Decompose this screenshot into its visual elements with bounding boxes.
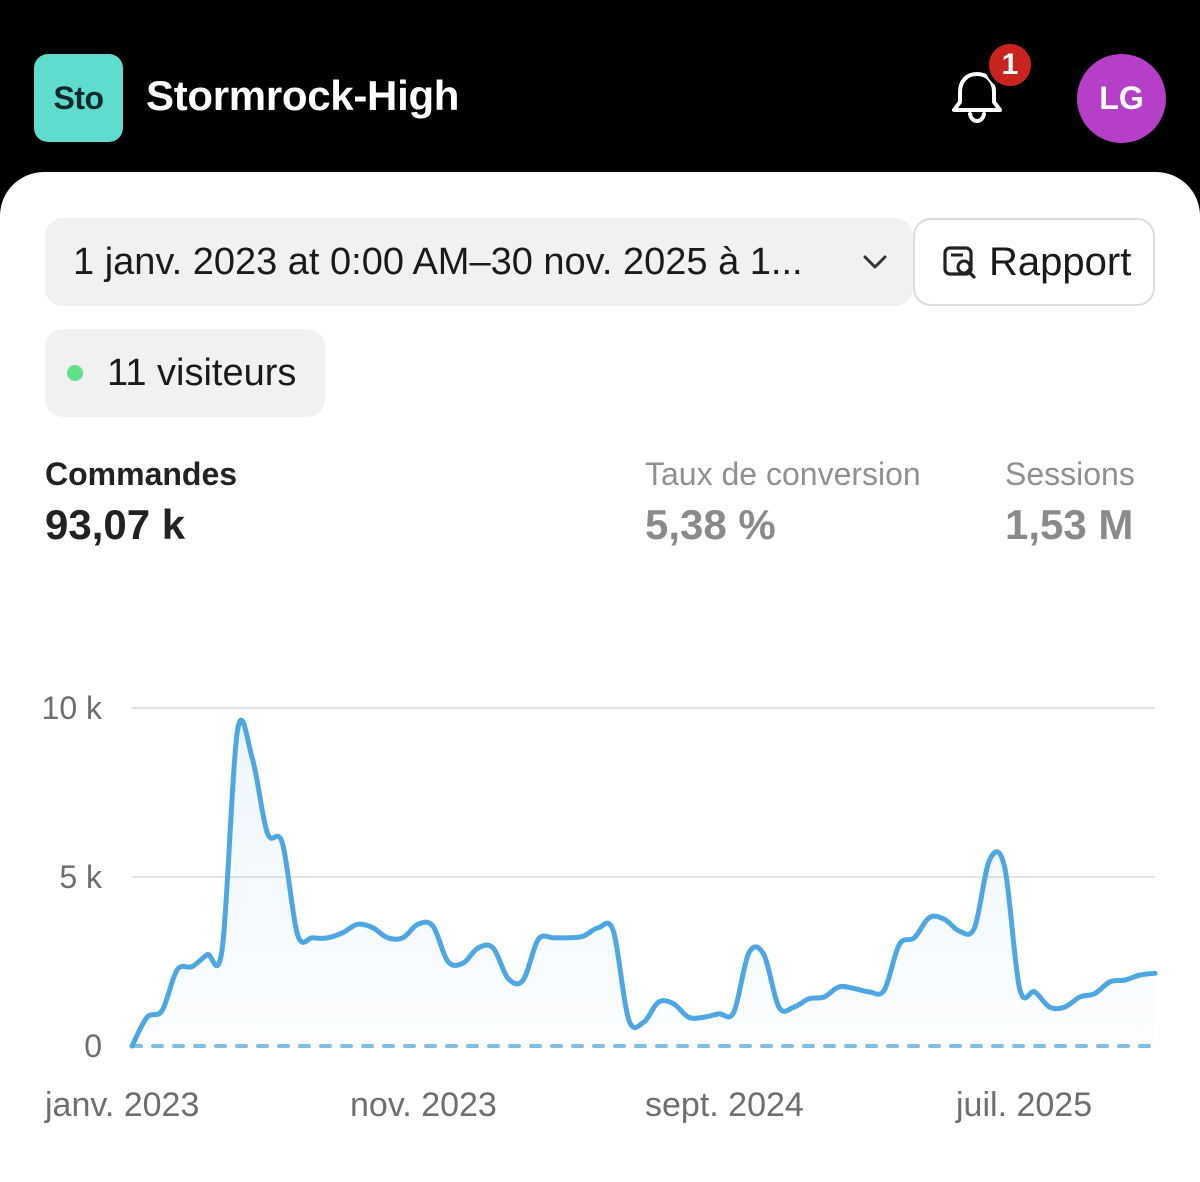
x-tick-label: juil. 2025 (955, 1086, 1092, 1124)
series-area (132, 720, 1155, 1046)
y-tick-label: 10 k (42, 690, 103, 726)
x-tick-label: sept. 2024 (645, 1086, 804, 1124)
y-tick-label: 5 k (59, 859, 103, 895)
y-tick-label: 0 (84, 1028, 102, 1064)
x-tick-label: nov. 2023 (350, 1086, 497, 1124)
x-tick-label: janv. 2023 (44, 1086, 199, 1124)
orders-line-chart: 10 k 5 k 0 janv. 2023 nov. 2023 sept. 2024 ju… (42, 690, 1158, 1124)
